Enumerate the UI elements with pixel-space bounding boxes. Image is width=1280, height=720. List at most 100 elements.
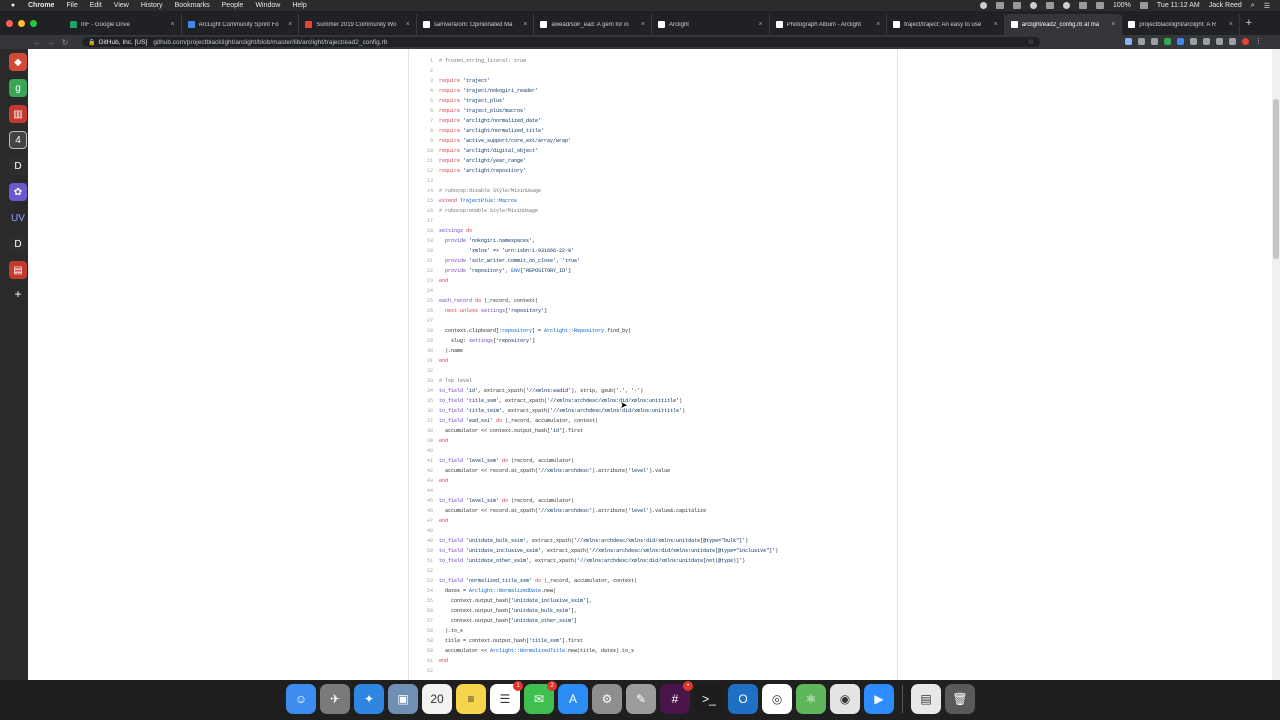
line-number[interactable]: 32 [409, 368, 435, 374]
menu-view[interactable]: View [114, 2, 129, 9]
line-number[interactable]: 9 [409, 138, 435, 144]
terminal-icon[interactable]: >_ [694, 684, 724, 714]
line-number[interactable]: 12 [409, 168, 435, 174]
slack-icon[interactable]: # • [660, 681, 693, 714]
new-tab-plus-icon[interactable]: + [1246, 15, 1252, 31]
app-shortcut-icon[interactable]: ✿ [9, 183, 27, 201]
line-number[interactable]: 40 [409, 448, 435, 454]
globalprotect-icon[interactable]: ◎ [762, 684, 792, 714]
time-machine-icon[interactable] [1030, 2, 1037, 9]
line-number[interactable]: 38 [409, 428, 435, 434]
launchpad-icon[interactable]: ✈ [320, 684, 350, 714]
reminders-icon[interactable]: ☰ 1 [490, 681, 523, 714]
line-number[interactable]: 4 [409, 88, 435, 94]
line-number[interactable]: 41 [409, 458, 435, 464]
line-number[interactable]: 51 [409, 558, 435, 564]
line-number[interactable]: 60 [409, 648, 435, 654]
site-identity[interactable]: GitHub, Inc. [US] [98, 39, 147, 46]
line-number[interactable]: 27 [409, 318, 435, 324]
scrollbar-thumb[interactable] [1273, 99, 1279, 259]
line-number[interactable]: 61 [409, 658, 435, 664]
line-number[interactable]: 35 [409, 398, 435, 404]
line-number[interactable]: 33 [409, 378, 435, 384]
page-scrollbar[interactable] [1272, 49, 1280, 680]
outlook-icon[interactable]: O [728, 684, 758, 714]
system-preferences-icon[interactable]: ⚙ [592, 684, 622, 714]
line-number[interactable]: 17 [409, 218, 435, 224]
line-number[interactable]: 29 [409, 338, 435, 344]
tab-close-icon[interactable]: × [758, 21, 762, 28]
minimize-window-button[interactable] [18, 20, 25, 27]
line-number[interactable]: 42 [409, 468, 435, 474]
tab-close-icon[interactable]: × [1111, 21, 1115, 28]
line-number[interactable]: 46 [409, 508, 435, 514]
line-number[interactable]: 19 [409, 238, 435, 244]
app-shortcut-icon[interactable]: 4 [9, 131, 27, 149]
line-number[interactable]: 53 [409, 578, 435, 584]
calendar-icon[interactable]: 20 [422, 684, 452, 714]
browser-tab[interactable]: Summer 2019 Community Wo × [299, 14, 417, 35]
browser-tab[interactable]: samvera/om: Opinionated Ma × [417, 14, 535, 35]
line-number[interactable]: 31 [409, 358, 435, 364]
extension-icon[interactable] [1203, 38, 1210, 45]
close-window-button[interactable] [6, 20, 13, 27]
app-shortcut-icon[interactable]: D [9, 157, 27, 175]
finder-icon[interactable]: ☺ [286, 684, 316, 714]
safari-icon[interactable]: ✦ [354, 684, 384, 714]
status-icon[interactable] [980, 2, 987, 9]
wifi-icon[interactable] [1079, 2, 1087, 9]
line-number[interactable]: 8 [409, 128, 435, 134]
line-number[interactable]: 57 [409, 618, 435, 624]
line-number[interactable]: 6 [409, 108, 435, 114]
line-number[interactable]: 7 [409, 118, 435, 124]
line-number[interactable]: 52 [409, 568, 435, 574]
zoom-window-button[interactable] [30, 20, 37, 27]
app-shortcut-icon[interactable]: g [9, 79, 27, 97]
line-number[interactable]: 44 [409, 488, 435, 494]
dropbox-icon[interactable] [996, 2, 1004, 9]
line-number[interactable]: 36 [409, 408, 435, 414]
line-number[interactable]: 25 [409, 298, 435, 304]
browser-tab[interactable]: Photograph Album - Arclight × [770, 14, 888, 35]
extension-icon[interactable] [1177, 38, 1184, 45]
zoom-icon[interactable]: ▶ [864, 684, 894, 714]
line-number[interactable]: 54 [409, 588, 435, 594]
extension-icon[interactable] [1125, 38, 1132, 45]
line-number[interactable]: 22 [409, 268, 435, 274]
tab-close-icon[interactable]: × [641, 21, 645, 28]
line-number[interactable]: 58 [409, 628, 435, 634]
line-number[interactable]: 47 [409, 518, 435, 524]
notification-center-icon[interactable]: ☰ [1264, 2, 1270, 10]
app-shortcut-icon[interactable]: D [9, 235, 27, 253]
address-bar[interactable]: 🔒 GitHub, Inc. [US] github.com/projectbl… [82, 37, 1040, 47]
reload-icon[interactable]: ↻ [58, 38, 72, 47]
browser-tab[interactable]: projectblacklight/arclight: A R × [1122, 14, 1240, 35]
line-number[interactable]: 5 [409, 98, 435, 104]
bookmark-star-icon[interactable]: ☆ [1028, 38, 1034, 46]
app-store-icon[interactable]: A [558, 684, 588, 714]
line-number[interactable]: 10 [409, 148, 435, 154]
vpn-icon[interactable] [1013, 2, 1021, 9]
tab-close-icon[interactable]: × [288, 21, 292, 28]
battery-percent[interactable]: 100% [1113, 2, 1131, 9]
line-number[interactable]: 50 [409, 548, 435, 554]
line-number[interactable]: 24 [409, 288, 435, 294]
app-menu[interactable]: Chrome [28, 2, 54, 9]
spotlight-icon[interactable]: ⌕ [1251, 2, 1255, 10]
back-arrow-icon[interactable]: ← [30, 38, 44, 47]
line-number[interactable]: 14 [409, 188, 435, 194]
volume-icon[interactable] [1096, 2, 1104, 9]
line-number[interactable]: 59 [409, 638, 435, 644]
trash-icon[interactable]: 🗑 [945, 684, 975, 714]
forward-arrow-icon[interactable]: → [44, 38, 58, 47]
line-number[interactable]: 62 [409, 668, 435, 674]
line-number[interactable]: 11 [409, 158, 435, 164]
chrome-icon[interactable]: ◉ [830, 684, 860, 714]
chrome-menu-icon[interactable]: ⋮ [1255, 38, 1262, 45]
menu-history[interactable]: History [141, 2, 163, 9]
apple-icon[interactable]: ● [8, 2, 18, 9]
tab-close-icon[interactable]: × [876, 21, 880, 28]
profile-avatar[interactable] [1242, 38, 1249, 45]
bluetooth-icon[interactable] [1063, 2, 1070, 9]
line-number[interactable]: 16 [409, 208, 435, 214]
